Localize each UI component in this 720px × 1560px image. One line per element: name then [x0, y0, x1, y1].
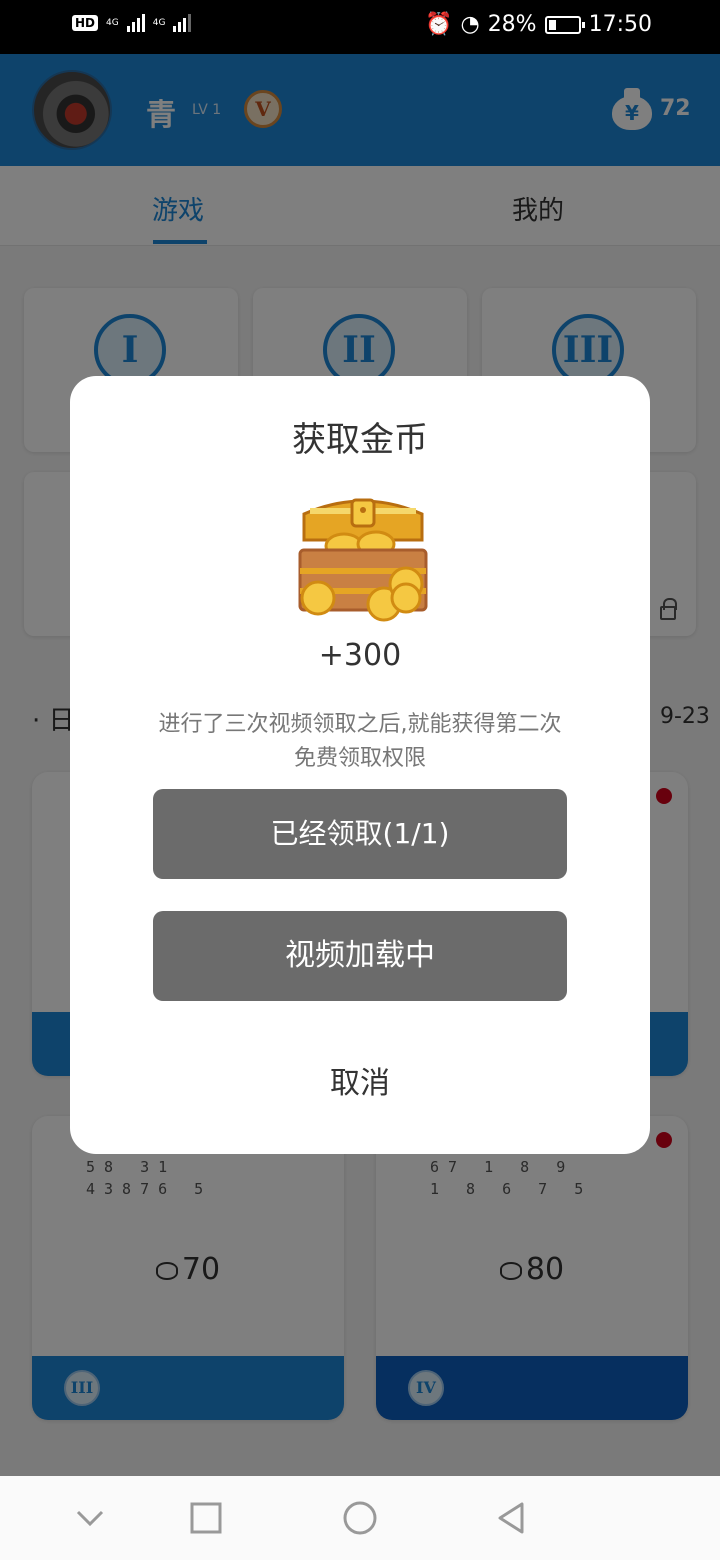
- network-2-label: 4G: [152, 17, 166, 28]
- battery-percent: 28%: [487, 12, 537, 37]
- treasure-chest-icon: [298, 498, 428, 622]
- status-right: ⏰ ◔ 28% 17:50: [425, 12, 652, 37]
- speed-icon: ◔: [460, 12, 480, 37]
- network-1-label: 4G: [106, 17, 119, 28]
- system-nav-bar: [0, 1476, 720, 1560]
- clock: 17:50: [588, 12, 652, 37]
- chevron-down-icon[interactable]: [70, 1498, 110, 1538]
- recent-apps-icon[interactable]: [186, 1498, 226, 1538]
- reward-amount: +300: [318, 638, 402, 673]
- reward-hint: 进行了三次视频领取之后,就能获得第二次免费领取权限: [158, 712, 562, 771]
- cancel-button[interactable]: 取消: [70, 1058, 650, 1102]
- video-loading-button[interactable]: 视频加载中: [153, 911, 567, 1001]
- alarm-icon: ⏰: [425, 12, 453, 37]
- signal-2-icon: [173, 14, 192, 32]
- status-left: HD 4G 4G: [72, 14, 192, 32]
- home-icon[interactable]: [340, 1498, 380, 1538]
- signal-1-icon: [126, 14, 145, 32]
- status-bar: HD 4G 4G ⏰ ◔ 28% 17:50: [0, 0, 720, 54]
- dialog-title: 获取金币: [292, 420, 428, 460]
- hd-icon: HD: [72, 15, 99, 31]
- battery-fill: [548, 19, 557, 30]
- battery-icon: [544, 15, 585, 34]
- back-icon[interactable]: [492, 1498, 532, 1538]
- claimed-button[interactable]: 已经领取(1/1): [153, 789, 567, 879]
- get-coins-dialog: 获取金币 +300 进行了三次视频领取之后,就能获得第二次免费领取权限 已经领取…: [70, 376, 650, 1154]
